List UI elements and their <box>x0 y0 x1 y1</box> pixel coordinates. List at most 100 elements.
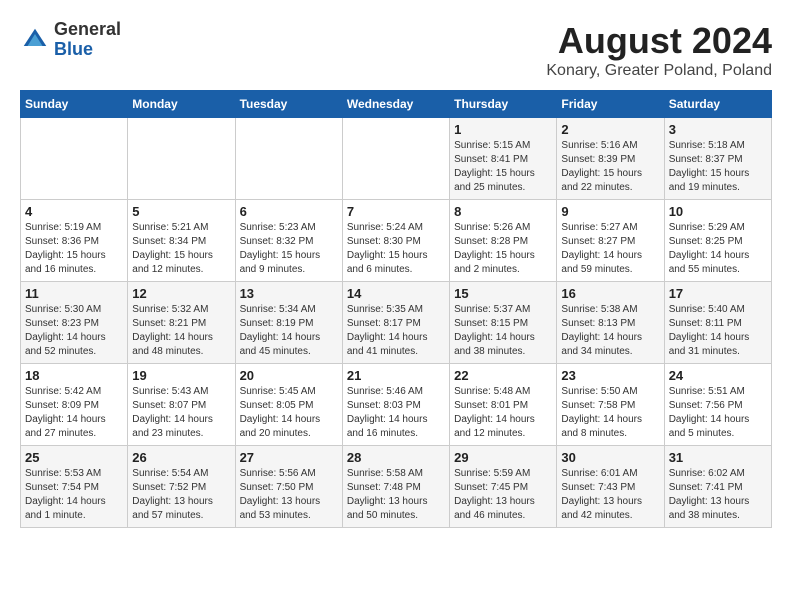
calendar-cell: 12 Sunrise: 5:32 AM Sunset: 8:21 PM Dayli… <box>128 282 235 364</box>
logo-text: General Blue <box>54 20 121 60</box>
day-number: 24 <box>669 368 767 383</box>
logo-general: General <box>54 19 121 39</box>
day-info: Sunrise: 5:43 AM Sunset: 8:07 PM Dayligh… <box>132 385 230 441</box>
calendar-table: SundayMondayTuesdayWednesdayThursdayFrid… <box>20 90 772 528</box>
day-info: Sunrise: 5:30 AM Sunset: 8:23 PM Dayligh… <box>25 303 123 359</box>
day-info: Sunrise: 5:45 AM Sunset: 8:05 PM Dayligh… <box>240 385 338 441</box>
day-number: 14 <box>347 286 445 301</box>
calendar-header: SundayMondayTuesdayWednesdayThursdayFrid… <box>21 91 772 118</box>
day-number: 26 <box>132 450 230 465</box>
day-number: 16 <box>561 286 659 301</box>
calendar-cell: 4Sunrise: 5:19 AM Sunset: 8:36 PM Daylig… <box>21 200 128 282</box>
title-block: August 2024 Konary, Greater Poland, Pola… <box>546 20 772 80</box>
calendar-cell: 15Sunrise: 5:37 AM Sunset: 8:15 PM Dayli… <box>450 282 557 364</box>
day-info: Sunrise: 5:29 AM Sunset: 8:25 PM Dayligh… <box>669 221 767 277</box>
day-number: 30 <box>561 450 659 465</box>
day-info: Sunrise: 5:58 AM Sunset: 7:48 PM Dayligh… <box>347 467 445 523</box>
day-number: 20 <box>240 368 338 383</box>
logo: General Blue <box>20 20 121 60</box>
calendar-cell: 19 Sunrise: 5:43 AM Sunset: 8:07 PM Dayli… <box>128 364 235 446</box>
week-row-3: 11Sunrise: 5:30 AM Sunset: 8:23 PM Dayli… <box>21 282 772 364</box>
column-header-monday: Monday <box>128 91 235 118</box>
day-info: Sunrise: 5:42 AM Sunset: 8:09 PM Dayligh… <box>25 385 123 441</box>
calendar-cell: 24 Sunrise: 5:51 AM Sunset: 7:56 PM Dayli… <box>664 364 771 446</box>
day-number: 6 <box>240 204 338 219</box>
day-info: Sunrise: 6:02 AM Sunset: 7:41 PM Dayligh… <box>669 467 767 523</box>
calendar-cell: 1Sunrise: 5:15 AM Sunset: 8:41 PM Daylig… <box>450 118 557 200</box>
calendar-cell: 25 Sunrise: 5:53 AM Sunset: 7:54 PM Dayli… <box>21 446 128 528</box>
day-number: 2 <box>561 122 659 137</box>
day-info: Sunrise: 5:37 AM Sunset: 8:15 PM Dayligh… <box>454 303 552 359</box>
day-info: Sunrise: 5:32 AM Sunset: 8:21 PM Dayligh… <box>132 303 230 359</box>
calendar-cell: 9 Sunrise: 5:27 AM Sunset: 8:27 PM Daylig… <box>557 200 664 282</box>
day-number: 25 <box>25 450 123 465</box>
column-header-tuesday: Tuesday <box>235 91 342 118</box>
day-info: Sunrise: 5:56 AM Sunset: 7:50 PM Dayligh… <box>240 467 338 523</box>
day-number: 19 <box>132 368 230 383</box>
calendar-cell: 20 Sunrise: 5:45 AM Sunset: 8:05 PM Dayli… <box>235 364 342 446</box>
day-info: Sunrise: 5:35 AM Sunset: 8:17 PM Dayligh… <box>347 303 445 359</box>
day-info: Sunrise: 5:48 AM Sunset: 8:01 PM Dayligh… <box>454 385 552 441</box>
column-header-saturday: Saturday <box>664 91 771 118</box>
day-number: 22 <box>454 368 552 383</box>
day-number: 10 <box>669 204 767 219</box>
calendar-cell: 16 Sunrise: 5:38 AM Sunset: 8:13 PM Dayli… <box>557 282 664 364</box>
logo-icon <box>20 25 50 55</box>
day-number: 21 <box>347 368 445 383</box>
day-info: Sunrise: 5:23 AM Sunset: 8:32 PM Dayligh… <box>240 221 338 277</box>
day-info: Sunrise: 5:27 AM Sunset: 8:27 PM Dayligh… <box>561 221 659 277</box>
calendar-cell: 26Sunrise: 5:54 AM Sunset: 7:52 PM Dayli… <box>128 446 235 528</box>
column-header-sunday: Sunday <box>21 91 128 118</box>
calendar-cell: 3Sunrise: 5:18 AM Sunset: 8:37 PM Daylig… <box>664 118 771 200</box>
calendar-cell: 22 Sunrise: 5:48 AM Sunset: 8:01 PM Dayli… <box>450 364 557 446</box>
day-info: Sunrise: 5:16 AM Sunset: 8:39 PM Dayligh… <box>561 139 659 195</box>
day-number: 28 <box>347 450 445 465</box>
column-header-thursday: Thursday <box>450 91 557 118</box>
calendar-cell: 7 Sunrise: 5:24 AM Sunset: 8:30 PM Daylig… <box>342 200 449 282</box>
day-number: 9 <box>561 204 659 219</box>
calendar-cell: 21 Sunrise: 5:46 AM Sunset: 8:03 PM Dayli… <box>342 364 449 446</box>
day-number: 8 <box>454 204 552 219</box>
calendar-cell: 8Sunrise: 5:26 AM Sunset: 8:28 PM Daylig… <box>450 200 557 282</box>
day-info: Sunrise: 5:53 AM Sunset: 7:54 PM Dayligh… <box>25 467 123 523</box>
calendar-cell: 5Sunrise: 5:21 AM Sunset: 8:34 PM Daylig… <box>128 200 235 282</box>
week-row-1: 1Sunrise: 5:15 AM Sunset: 8:41 PM Daylig… <box>21 118 772 200</box>
day-number: 29 <box>454 450 552 465</box>
day-info: Sunrise: 5:38 AM Sunset: 8:13 PM Dayligh… <box>561 303 659 359</box>
day-info: Sunrise: 5:59 AM Sunset: 7:45 PM Dayligh… <box>454 467 552 523</box>
calendar-cell: 11Sunrise: 5:30 AM Sunset: 8:23 PM Dayli… <box>21 282 128 364</box>
calendar-cell: 30Sunrise: 6:01 AM Sunset: 7:43 PM Dayli… <box>557 446 664 528</box>
calendar-cell: 6 Sunrise: 5:23 AM Sunset: 8:32 PM Daylig… <box>235 200 342 282</box>
day-number: 23 <box>561 368 659 383</box>
calendar-cell: 17Sunrise: 5:40 AM Sunset: 8:11 PM Dayli… <box>664 282 771 364</box>
column-header-wednesday: Wednesday <box>342 91 449 118</box>
header-row: SundayMondayTuesdayWednesdayThursdayFrid… <box>21 91 772 118</box>
calendar-cell <box>235 118 342 200</box>
day-number: 13 <box>240 286 338 301</box>
calendar-cell: 29 Sunrise: 5:59 AM Sunset: 7:45 PM Dayli… <box>450 446 557 528</box>
calendar-cell <box>342 118 449 200</box>
calendar-cell: 27Sunrise: 5:56 AM Sunset: 7:50 PM Dayli… <box>235 446 342 528</box>
calendar-cell <box>21 118 128 200</box>
calendar-cell: 31 Sunrise: 6:02 AM Sunset: 7:41 PM Dayli… <box>664 446 771 528</box>
day-info: Sunrise: 5:21 AM Sunset: 8:34 PM Dayligh… <box>132 221 230 277</box>
week-row-2: 4Sunrise: 5:19 AM Sunset: 8:36 PM Daylig… <box>21 200 772 282</box>
day-info: Sunrise: 5:46 AM Sunset: 8:03 PM Dayligh… <box>347 385 445 441</box>
calendar-title: August 2024 <box>546 20 772 62</box>
day-info: Sunrise: 5:24 AM Sunset: 8:30 PM Dayligh… <box>347 221 445 277</box>
day-info: Sunrise: 5:50 AM Sunset: 7:58 PM Dayligh… <box>561 385 659 441</box>
day-number: 18 <box>25 368 123 383</box>
day-number: 1 <box>454 122 552 137</box>
day-info: Sunrise: 5:19 AM Sunset: 8:36 PM Dayligh… <box>25 221 123 277</box>
logo-blue: Blue <box>54 39 93 59</box>
calendar-cell: 14 Sunrise: 5:35 AM Sunset: 8:17 PM Dayli… <box>342 282 449 364</box>
week-row-5: 25 Sunrise: 5:53 AM Sunset: 7:54 PM Dayli… <box>21 446 772 528</box>
day-number: 12 <box>132 286 230 301</box>
day-number: 31 <box>669 450 767 465</box>
calendar-cell <box>128 118 235 200</box>
calendar-cell: 2 Sunrise: 5:16 AM Sunset: 8:39 PM Daylig… <box>557 118 664 200</box>
day-number: 7 <box>347 204 445 219</box>
calendar-cell: 13Sunrise: 5:34 AM Sunset: 8:19 PM Dayli… <box>235 282 342 364</box>
day-info: Sunrise: 5:51 AM Sunset: 7:56 PM Dayligh… <box>669 385 767 441</box>
day-number: 17 <box>669 286 767 301</box>
